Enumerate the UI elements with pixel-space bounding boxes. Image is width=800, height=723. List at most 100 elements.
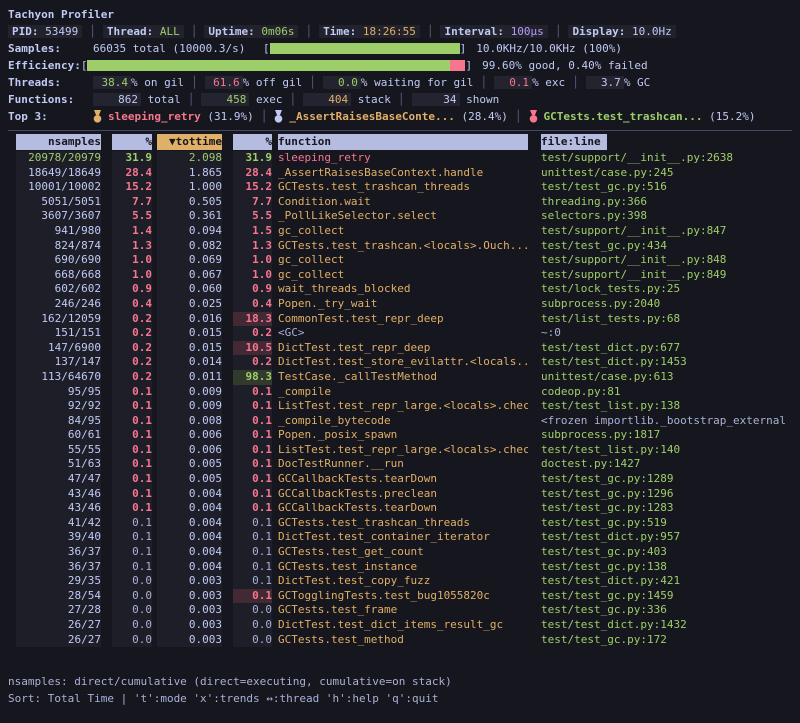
function-cell: GCTogglingTests.test_bug1055820c xyxy=(278,589,528,604)
col-gap xyxy=(528,282,541,297)
col-gap xyxy=(222,516,233,531)
function-cell: _PollLikeSelector.select xyxy=(278,209,528,224)
status-value: 0m06s xyxy=(261,25,294,38)
table-row: 29/350.00.0030.1DictTest.test_copy_fuzzt… xyxy=(8,574,792,589)
col-gap xyxy=(528,326,541,341)
status-item-thread: Thread: ALL xyxy=(103,25,184,38)
pct-direct-cell: 0.1 xyxy=(112,414,152,429)
col-gap xyxy=(101,472,112,487)
pct-direct-cell: 0.2 xyxy=(112,326,152,341)
col-gap xyxy=(222,209,233,224)
col-gap xyxy=(101,516,112,531)
function-cell: GCCallbackTests.tearDown xyxy=(278,501,528,516)
function-cell: GCTests.test_frame xyxy=(278,603,528,618)
fileline-cell: test/support/__init__.py:848 xyxy=(541,253,792,268)
status-item-time: Time: 18:26:55 xyxy=(319,25,420,38)
col-header-%[interactable]: % xyxy=(112,134,152,150)
col-header-function[interactable]: function xyxy=(278,134,528,150)
col-gap xyxy=(222,297,233,312)
nsamples-cell: 602/602 xyxy=(16,282,101,297)
col-gap xyxy=(101,574,112,589)
samples-rate-text: 10.0KHz/10.0KHz (100%) xyxy=(476,42,622,55)
table-row: 824/8741.30.0821.3GCTests.test_trashcan.… xyxy=(8,239,792,254)
thread-stat-value: 0.0 xyxy=(323,76,361,89)
tottime-cell: 0.094 xyxy=(157,224,222,239)
nsamples-cell: 36/37 xyxy=(16,560,101,575)
nsamples-cell: 39/40 xyxy=(16,530,101,545)
table-row: 92/920.10.0090.1ListTest.test_repr_large… xyxy=(8,399,792,414)
nsamples-cell: 43/46 xyxy=(16,501,101,516)
pct-cumulative-cell: 31.9 xyxy=(233,151,272,166)
nsamples-cell: 18649/18649 xyxy=(16,166,101,181)
col-header-%[interactable]: % xyxy=(233,134,272,150)
col-gap xyxy=(528,134,541,150)
fileline-cell: test/support/__init__.py:2638 xyxy=(541,151,792,166)
pct-cumulative-cell: 1.0 xyxy=(233,253,272,268)
tottime-cell: 0.004 xyxy=(157,545,222,560)
col-gap xyxy=(101,297,112,312)
tottime-cell: 0.003 xyxy=(157,603,222,618)
table-row: 84/950.10.0080.1_compile_bytecode<frozen… xyxy=(8,414,792,429)
keybar: Sort: Total Time | 't':mode 'x':trends ↔… xyxy=(8,690,792,707)
col-gap xyxy=(222,355,233,370)
silver-medal-icon xyxy=(274,110,283,123)
col-gap xyxy=(222,633,233,648)
col-header-nsamples[interactable]: nsamples xyxy=(16,134,101,150)
pct-cumulative-cell: 0.1 xyxy=(233,385,272,400)
top3-label: Top 3: xyxy=(8,110,93,123)
nsamples-cell: 824/874 xyxy=(16,239,101,254)
fileline-cell: test/test_gc.py:336 xyxy=(541,603,792,618)
pct-direct-cell: 0.1 xyxy=(112,560,152,575)
col-gap xyxy=(222,326,233,341)
col-gap xyxy=(528,370,541,385)
pct-cumulative-cell: 0.1 xyxy=(233,574,272,589)
nsamples-cell: 26/27 xyxy=(16,633,101,648)
col-gap xyxy=(101,166,112,181)
pct-direct-cell: 0.1 xyxy=(112,501,152,516)
col-gap xyxy=(528,516,541,531)
function-cell: Popen._try_wait xyxy=(278,297,528,312)
pct-cumulative-cell: 0.2 xyxy=(233,355,272,370)
status-label: Uptime: xyxy=(208,25,261,38)
pct-direct-cell: 0.0 xyxy=(112,574,152,589)
col-gap xyxy=(101,224,112,239)
pct-cumulative-cell: 0.1 xyxy=(233,530,272,545)
nsamples-cell: 95/95 xyxy=(16,385,101,400)
col-gap xyxy=(222,530,233,545)
table-row: 36/370.10.0040.1GCTests.test_get_countte… xyxy=(8,545,792,560)
pct-direct-cell: 0.1 xyxy=(112,487,152,502)
nsamples-cell: 51/63 xyxy=(16,457,101,472)
tottime-cell: 0.082 xyxy=(157,239,222,254)
col-header-file-line[interactable]: file:line xyxy=(541,134,607,150)
top3-percent: (15.2%) xyxy=(702,110,755,123)
col-gap xyxy=(101,151,112,166)
col-gap xyxy=(528,443,541,458)
function-stat-suffix: total xyxy=(141,93,181,106)
tottime-cell: 0.009 xyxy=(157,399,222,414)
functions-row: Functions:862 total│458 exec│404 stack│3… xyxy=(8,91,792,108)
col-gap xyxy=(528,618,541,633)
col-gap xyxy=(222,195,233,210)
table-row: 95/950.10.0090.1_compilecodeop.py:81 xyxy=(8,385,792,400)
col-header-tottime[interactable]: ▼tottime xyxy=(157,134,222,150)
nsamples-cell: 151/151 xyxy=(16,326,101,341)
table-row: 147/69000.20.01510.5DictTest.test_repr_d… xyxy=(8,341,792,356)
pct-cumulative-cell: 0.1 xyxy=(233,428,272,443)
col-gap xyxy=(222,268,233,283)
tottime-cell: 0.069 xyxy=(157,253,222,268)
col-gap xyxy=(528,195,541,210)
col-gap xyxy=(222,428,233,443)
top3-percent: (28.4%) xyxy=(455,110,508,123)
col-gap xyxy=(101,268,112,283)
col-gap xyxy=(528,501,541,516)
separator: │ xyxy=(184,25,205,38)
function-cell: Popen._posix_spawn xyxy=(278,428,528,443)
nsamples-cell: 246/246 xyxy=(16,297,101,312)
table-row: 43/460.10.0040.1GCCallbackTests.tearDown… xyxy=(8,501,792,516)
function-stat-value: 404 xyxy=(303,93,351,106)
top3-function-name: GCTests.test_trashcan... xyxy=(544,110,703,123)
table-row: 246/2460.40.0250.4Popen._try_waitsubproc… xyxy=(8,297,792,312)
fileline-cell: ~:0 xyxy=(541,326,792,341)
fileline-cell: test/support/__init__.py:847 xyxy=(541,224,792,239)
table-row: 55/550.10.0060.1ListTest.test_repr_large… xyxy=(8,443,792,458)
